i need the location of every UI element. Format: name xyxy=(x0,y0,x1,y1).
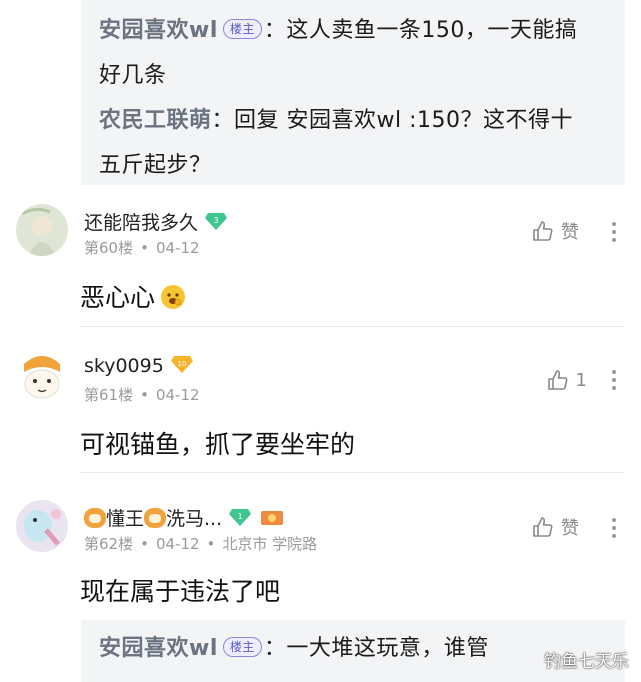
comment-meta: 第60楼 • 04-12 xyxy=(84,237,200,258)
avatar[interactable] xyxy=(16,204,68,256)
watermark: 钓鱼七天乐 xyxy=(544,652,629,672)
level-number: 1 xyxy=(238,512,243,521)
divider xyxy=(80,326,625,327)
floor-number: 第60楼 xyxy=(84,239,134,257)
separator: • xyxy=(206,535,216,553)
yawn-emoji-icon xyxy=(161,285,186,309)
reply-text: ：回复 安园喜欢wl :150？这不得十 xyxy=(211,108,574,133)
reply-username[interactable]: 安园喜欢wl xyxy=(99,18,218,43)
username[interactable]: 懂王 洗马... 1 xyxy=(84,504,284,532)
like-button[interactable]: 赞 xyxy=(531,514,579,540)
sub-reply[interactable]: 安园喜欢wl 楼主 ：这人卖鱼一条150，一天能搞 xyxy=(99,8,607,53)
sub-reply[interactable]: 安园喜欢wl 楼主 ：一大堆这玩意，谁管 xyxy=(99,634,607,664)
like-label: 赞 xyxy=(561,518,579,539)
reply-text-continued: 好几条 xyxy=(99,63,167,88)
sub-reply[interactable]: 农民工联萌：回复 安园喜欢wl :150？这不得十 xyxy=(99,98,607,143)
level-badge: 3 xyxy=(204,211,228,236)
more-options-icon[interactable] xyxy=(611,222,617,246)
username[interactable]: 还能陪我多久 3 xyxy=(84,208,228,236)
avatar[interactable] xyxy=(16,500,68,552)
level-badge: 1 xyxy=(228,507,252,532)
avatar[interactable] xyxy=(16,350,68,402)
reply-text: ：这人卖鱼一条150，一天能搞 xyxy=(263,18,578,43)
level-badge: 10 xyxy=(170,354,194,379)
comment-text: 可视锚鱼，抓了要坐牢的 xyxy=(80,430,356,459)
comment-location: 北京市 学院路 xyxy=(222,535,318,553)
level-number: 3 xyxy=(213,216,218,225)
reply-username[interactable]: 安园喜欢wl xyxy=(99,636,218,661)
separator: • xyxy=(140,535,149,553)
tiger-emoji-icon xyxy=(144,508,167,528)
separator: • xyxy=(140,386,149,404)
op-badge: 楼主 xyxy=(222,19,262,39)
reply-text-continued: 五斤起步？ xyxy=(99,153,212,178)
op-badge: 楼主 xyxy=(222,637,262,657)
tiger-emoji-icon xyxy=(84,508,106,528)
separator: • xyxy=(140,239,149,257)
like-button[interactable]: 1 xyxy=(546,368,587,392)
comment-date: 04-12 xyxy=(155,239,200,257)
like-button[interactable]: 赞 xyxy=(531,218,579,244)
comment-meta: 第62楼 • 04-12 • 北京市 学院路 xyxy=(84,533,317,554)
username-suffix: 洗马... xyxy=(166,508,223,530)
comment-text-content: 恶心心 xyxy=(80,283,156,312)
comment-text: 恶心心 xyxy=(80,278,186,314)
more-options-icon[interactable] xyxy=(611,518,617,542)
username-text: sky0095 xyxy=(84,355,164,377)
more-options-icon[interactable] xyxy=(611,370,617,394)
username-text: 还能陪我多久 xyxy=(84,212,199,234)
floor-number: 第61楼 xyxy=(84,386,134,404)
comment-date: 04-12 xyxy=(155,386,200,404)
thumbs-up-icon xyxy=(547,370,568,390)
comment-text: 现在属于违法了吧 xyxy=(80,577,281,606)
medal-icon xyxy=(260,508,284,531)
sub-reply-box[interactable]: 安园喜欢wl 楼主 ：这人卖鱼一条150，一天能搞 好几条 农民工联萌：回复 安园喜… xyxy=(81,0,625,185)
username-text: 懂王 xyxy=(106,508,145,530)
comment-meta: 第61楼 • 04-12 xyxy=(84,384,200,405)
comment-date: 04-12 xyxy=(155,535,200,553)
floor-number: 第62楼 xyxy=(84,535,134,553)
username[interactable]: sky0095 10 xyxy=(84,354,194,379)
reply-username[interactable]: 农民工联萌 xyxy=(99,108,212,133)
reply-text: ：一大堆这玩意，谁管 xyxy=(263,636,489,661)
level-number: 10 xyxy=(177,360,186,368)
divider xyxy=(80,472,625,473)
thumbs-up-icon xyxy=(533,517,553,537)
like-count: 1 xyxy=(575,369,587,391)
thumbs-up-icon xyxy=(533,221,553,241)
like-label: 赞 xyxy=(561,222,579,243)
